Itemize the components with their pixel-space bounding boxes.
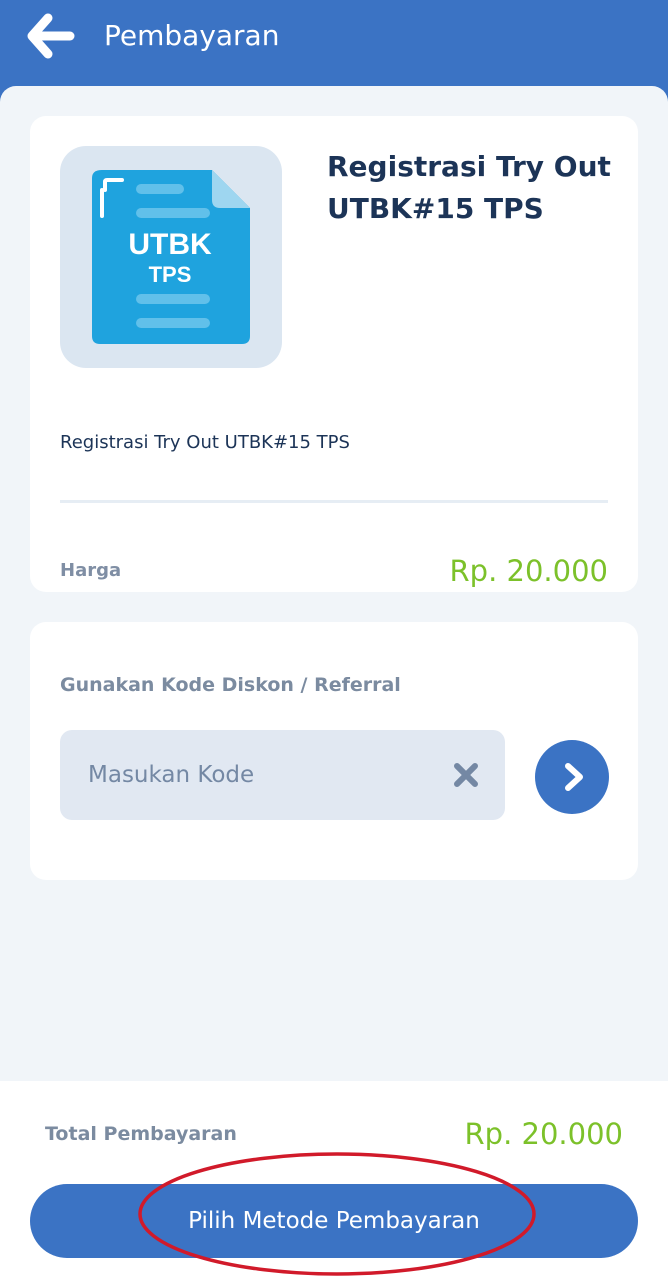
payment-footer: Total Pembayaran Rp. 20.000 Pilih Metode… xyxy=(0,1081,668,1280)
document-icon: UTBK TPS xyxy=(92,170,250,344)
chevron-right-icon xyxy=(565,763,583,791)
document-icon-line2: TPS xyxy=(149,262,192,287)
divider xyxy=(60,500,608,503)
document-icon-line1: UTBK xyxy=(128,228,212,261)
arrow-left-icon xyxy=(27,13,75,59)
back-button[interactable] xyxy=(26,12,78,60)
product-title: Registrasi Try Out UTBK#15 TPS xyxy=(327,150,611,225)
choose-payment-method-button[interactable]: Pilih Metode Pembayaran xyxy=(30,1184,638,1258)
product-thumbnail: UTBK TPS xyxy=(60,146,282,368)
discount-code-input[interactable] xyxy=(88,754,428,796)
clear-button[interactable] xyxy=(452,761,480,789)
app-bar: Pembayaran xyxy=(0,0,668,100)
total-label: Total Pembayaran xyxy=(45,1123,237,1145)
product-description: Registrasi Try Out UTBK#15 TPS xyxy=(60,432,350,453)
total-value: Rp. 20.000 xyxy=(464,1117,623,1151)
close-icon xyxy=(454,763,478,787)
page-title: Pembayaran xyxy=(104,19,280,52)
code-field[interactable] xyxy=(60,730,505,820)
apply-code-button[interactable] xyxy=(535,740,609,814)
product-card: UTBK TPS Registrasi Try Out UTBK#15 TPS … xyxy=(30,116,638,592)
discount-card: Gunakan Kode Diskon / Referral xyxy=(30,622,638,880)
price-label: Harga xyxy=(60,560,122,581)
discount-label: Gunakan Kode Diskon / Referral xyxy=(60,674,401,696)
price-value: Rp. 20.000 xyxy=(449,554,608,588)
